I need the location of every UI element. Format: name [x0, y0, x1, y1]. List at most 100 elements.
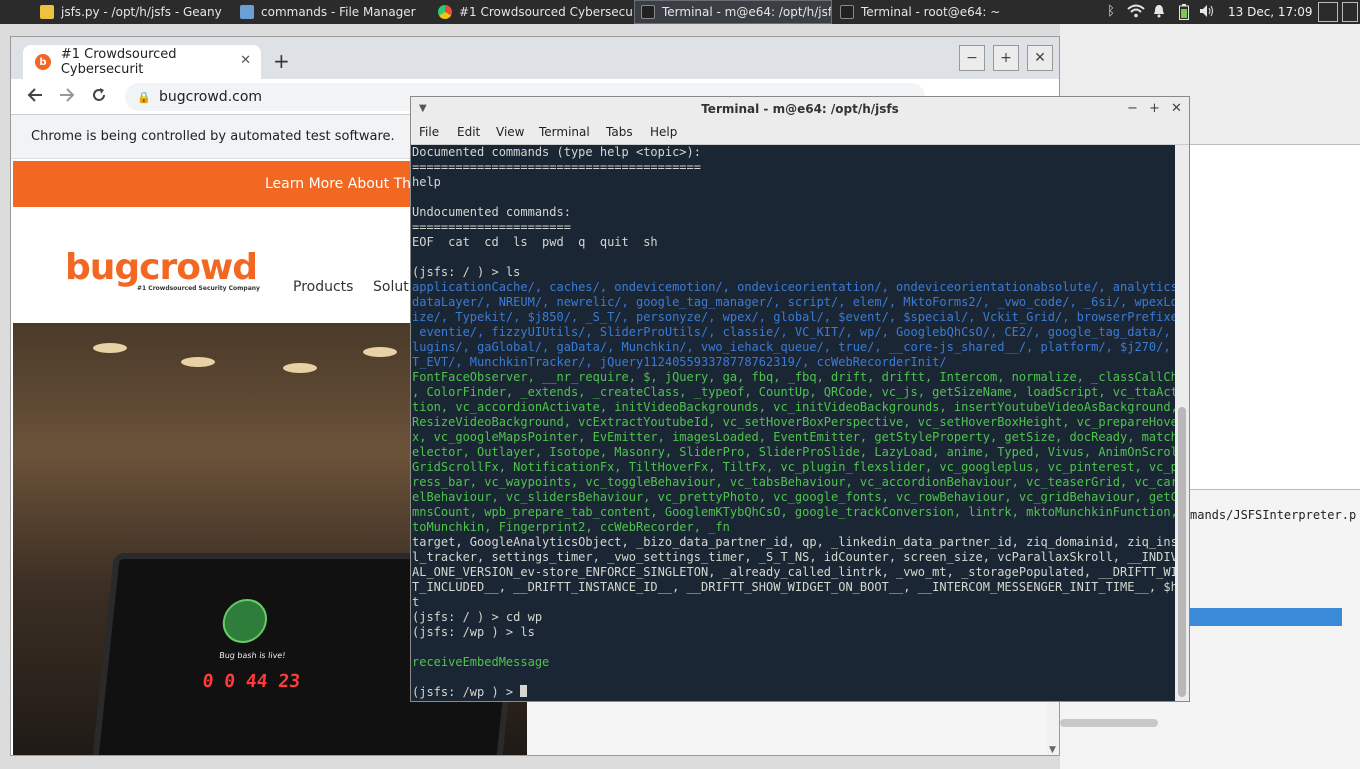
terminal-line-text: , ColorFinder, _extends, _createClass, _…: [412, 385, 1177, 399]
task-file-manager[interactable]: commands - File Manager: [234, 0, 430, 24]
scrollbar-thumb[interactable]: [1178, 407, 1186, 697]
terminal-line-text: target, GoogleAnalyticsObject, _bizo_dat…: [412, 535, 1177, 549]
ceiling-lamp: [93, 343, 127, 353]
close-tab-icon[interactable]: ✕: [240, 53, 251, 68]
task-label: #1 Crowdsourced Cybersecu...: [459, 5, 632, 19]
minimize-button[interactable]: −: [959, 45, 985, 71]
window-menu-icon[interactable]: ▼: [419, 97, 427, 121]
wifi-icon[interactable]: [1126, 4, 1146, 20]
menu-view[interactable]: View: [496, 125, 524, 139]
terminal-line-text: t: [412, 595, 420, 609]
task-terminal-user[interactable]: Terminal - m@e64: /opt/h/jsfs: [634, 0, 832, 24]
show-desktop-icon[interactable]: [1318, 2, 1338, 22]
nav-products[interactable]: Products: [293, 279, 353, 295]
terminal-line-text: (jsfs: /wp ) > ls: [412, 625, 535, 639]
terminal-line: (jsfs: / ) > cd wp: [412, 610, 1177, 625]
chrome-icon: [438, 5, 452, 19]
close-icon[interactable]: ✕: [1171, 97, 1182, 121]
terminal-line-text: T_EVT/, MunchkinTracker/, jQuery11240559…: [412, 355, 947, 369]
terminal-line-text: dataLayer/, NREUM/, newrelic/, google_ta…: [412, 295, 1177, 309]
clock[interactable]: 13 Dec, 17:09: [1228, 0, 1313, 24]
terminal-line: ress_bar, vc_waypoints, vc_toggleBehavio…: [412, 475, 1177, 490]
forward-arrow-icon[interactable]: [59, 87, 75, 108]
terminal-line: x, vc_googleMapsPointer, EvEmitter, imag…: [412, 430, 1177, 445]
terminal-line-text: AL_ONE_VERSION_ev-store_ENFORCE_SINGLETO…: [412, 565, 1177, 579]
terminal-line: l_tracker, settings_timer, _vwo_settings…: [412, 550, 1177, 565]
menu-edit[interactable]: Edit: [457, 125, 480, 139]
terminal-line-text: elBehaviour, vc_slidersBehaviour, vc_pre…: [412, 490, 1177, 504]
close-button[interactable]: ✕: [1027, 45, 1053, 71]
terminal-scrollbar[interactable]: [1175, 145, 1189, 701]
terminal-menubar: File Edit View Terminal Tabs Help: [411, 121, 1189, 145]
terminal-line-text: ress_bar, vc_waypoints, vc_toggleBehavio…: [412, 475, 1177, 489]
task-geany[interactable]: jsfs.py - /opt/h/jsfs - Geany: [34, 0, 234, 24]
ceiling-lamp: [363, 347, 397, 357]
terminal-line: ize/, Typekit/, $j850/, _S_T/, personyze…: [412, 310, 1177, 325]
horizontal-scrollbar[interactable]: [1060, 719, 1158, 727]
back-arrow-icon[interactable]: [27, 87, 43, 108]
minimize-icon[interactable]: −: [1127, 97, 1138, 121]
selected-row[interactable]: [1190, 608, 1342, 626]
menu-tabs[interactable]: Tabs: [606, 125, 633, 139]
terminal-line: T_INCLUDED__, __DRIFTT_INSTANCE_ID__, __…: [412, 580, 1177, 595]
terminal-line: (jsfs: / ) > ls: [412, 265, 1177, 280]
reload-icon[interactable]: [91, 87, 107, 108]
task-chrome[interactable]: #1 Crowdsourced Cybersecu...: [432, 0, 632, 24]
task-label: commands - File Manager: [261, 5, 416, 19]
terminal-line: , ColorFinder, _extends, _createClass, _…: [412, 385, 1177, 400]
ceiling-lamp: [181, 357, 215, 367]
terminal-line: dataLayer/, NREUM/, newrelic/, google_ta…: [412, 295, 1177, 310]
terminal-line-text: applicationCache/, caches/, ondevicemoti…: [412, 280, 1177, 294]
maximize-icon[interactable]: +: [1149, 97, 1160, 121]
terminal-line-text: ize/, Typekit/, $j850/, _S_T/, personyze…: [412, 310, 1177, 324]
terminal-line-text: EOF cat cd ls pwd q quit sh: [412, 235, 658, 249]
countdown-display: 0 0 44 23: [201, 671, 302, 692]
task-label: jsfs.py - /opt/h/jsfs - Geany: [61, 5, 222, 19]
terminal-line-text: tion, vc_accordionActivate, initVideoBac…: [412, 400, 1177, 414]
terminal-title: Terminal - m@e64: /opt/h/jsfs: [701, 102, 899, 116]
task-terminal-root[interactable]: Terminal - root@e64: ~: [834, 0, 1004, 24]
terminal-line: help: [412, 175, 1177, 190]
menu-terminal[interactable]: Terminal: [539, 125, 590, 139]
terminal-line: elBehaviour, vc_slidersBehaviour, vc_pre…: [412, 490, 1177, 505]
volume-icon[interactable]: [1198, 4, 1216, 20]
lock-icon: 🔒: [137, 91, 151, 104]
bell-icon[interactable]: [1152, 4, 1166, 20]
terminal-line-text: receiveEmbedMessage: [412, 655, 550, 669]
terminal-titlebar[interactable]: ▼ Terminal - m@e64: /opt/h/jsfs − + ✕: [411, 97, 1189, 121]
terminal-line-text: x, vc_googleMapsPointer, EvEmitter, imag…: [412, 430, 1177, 444]
ceiling-lamp: [283, 363, 317, 373]
terminal-icon: [840, 5, 854, 19]
show-desktop-icon[interactable]: [1342, 2, 1358, 22]
nav-solutions[interactable]: Soluti: [373, 279, 413, 295]
terminal-line-text: elector, Outlayer, Isotope, Masonry, Sli…: [412, 445, 1177, 459]
battery-icon[interactable]: [1178, 4, 1190, 20]
maximize-button[interactable]: +: [993, 45, 1019, 71]
terminal-line: Undocumented commands:: [412, 205, 1177, 220]
terminal-line: target, GoogleAnalyticsObject, _bizo_dat…: [412, 535, 1177, 550]
bugcrowd-badge-icon: [220, 599, 270, 643]
terminal-line-text: toMunchkin, Fingerprint2, ccWebRecorder,…: [412, 520, 730, 534]
terminal-line: lugins/, gaGlobal/, gaData/, Munchkin/, …: [412, 340, 1177, 355]
terminal-line-text: ResizeVideoBackground, vcExtractYoutubeI…: [412, 415, 1177, 429]
terminal-line-text: ========================================: [412, 160, 701, 174]
new-tab-icon[interactable]: +: [273, 49, 290, 73]
terminal-line-text: (jsfs: / ) > cd wp: [412, 610, 543, 624]
bugcrowd-logo[interactable]: bugcrowd: [65, 247, 258, 288]
tab-bugcrowd[interactable]: b #1 Crowdsourced Cybersecurit ✕: [23, 45, 261, 79]
terminal-line: applicationCache/, caches/, ondevicemoti…: [412, 280, 1177, 295]
menu-file[interactable]: File: [419, 125, 439, 139]
terminal-line: toMunchkin, Fingerprint2, ccWebRecorder,…: [412, 520, 1177, 535]
terminal-output[interactable]: Documented commands (type help <topic>):…: [411, 145, 1177, 701]
bluetooth-icon[interactable]: ᛒ: [1104, 4, 1118, 20]
geany-icon: [40, 5, 54, 19]
menu-help[interactable]: Help: [650, 125, 677, 139]
terminal-line: FontFaceObserver, __nr_require, $, jQuer…: [412, 370, 1177, 385]
terminal-line: receiveEmbedMessage: [412, 655, 1177, 670]
terminal-line: (jsfs: /wp ) >: [412, 685, 1177, 700]
terminal-line-text: lugins/, gaGlobal/, gaData/, Munchkin/, …: [412, 340, 1177, 354]
scroll-down-icon[interactable]: ▼: [1049, 745, 1056, 755]
